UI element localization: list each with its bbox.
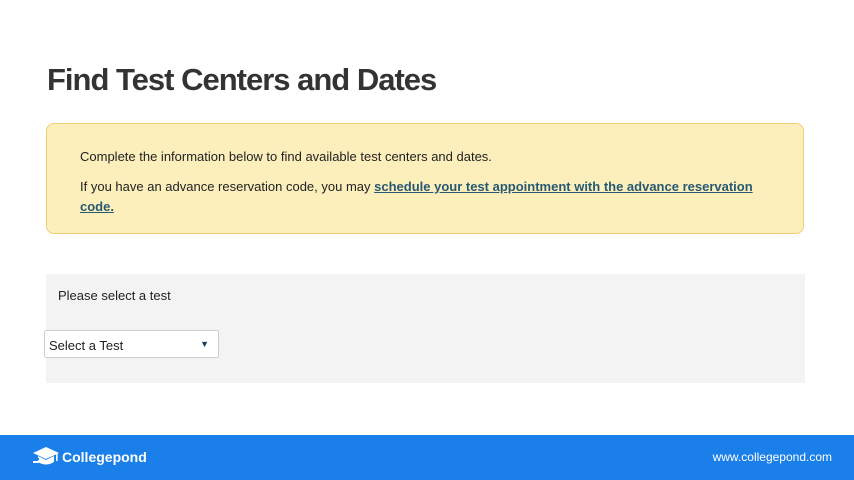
select-test-label: Please select a test xyxy=(58,288,171,303)
notice-reservation-text: If you have an advance reservation code,… xyxy=(80,177,770,217)
test-selection-panel: Please select a test Select a Test ▼ xyxy=(44,274,805,383)
graduation-cap-icon xyxy=(33,447,59,465)
chevron-down-icon: ▼ xyxy=(200,339,209,349)
notice-instructions: Complete the information below to find a… xyxy=(80,149,492,164)
website-url: www.collegepond.com xyxy=(712,450,832,464)
brand-name: Collegepond xyxy=(62,449,147,465)
page-title: Find Test Centers and Dates xyxy=(47,62,437,97)
info-notice: Complete the information below to find a… xyxy=(46,123,804,234)
footer-bar: Collegepond www.collegepond.com xyxy=(0,435,854,480)
notice-reservation-prefix: If you have an advance reservation code,… xyxy=(80,179,375,194)
brand-logo: Collegepond xyxy=(32,445,147,469)
test-select-value: Select a Test xyxy=(49,338,124,353)
test-select-dropdown[interactable]: Select a Test ▼ xyxy=(44,330,219,358)
